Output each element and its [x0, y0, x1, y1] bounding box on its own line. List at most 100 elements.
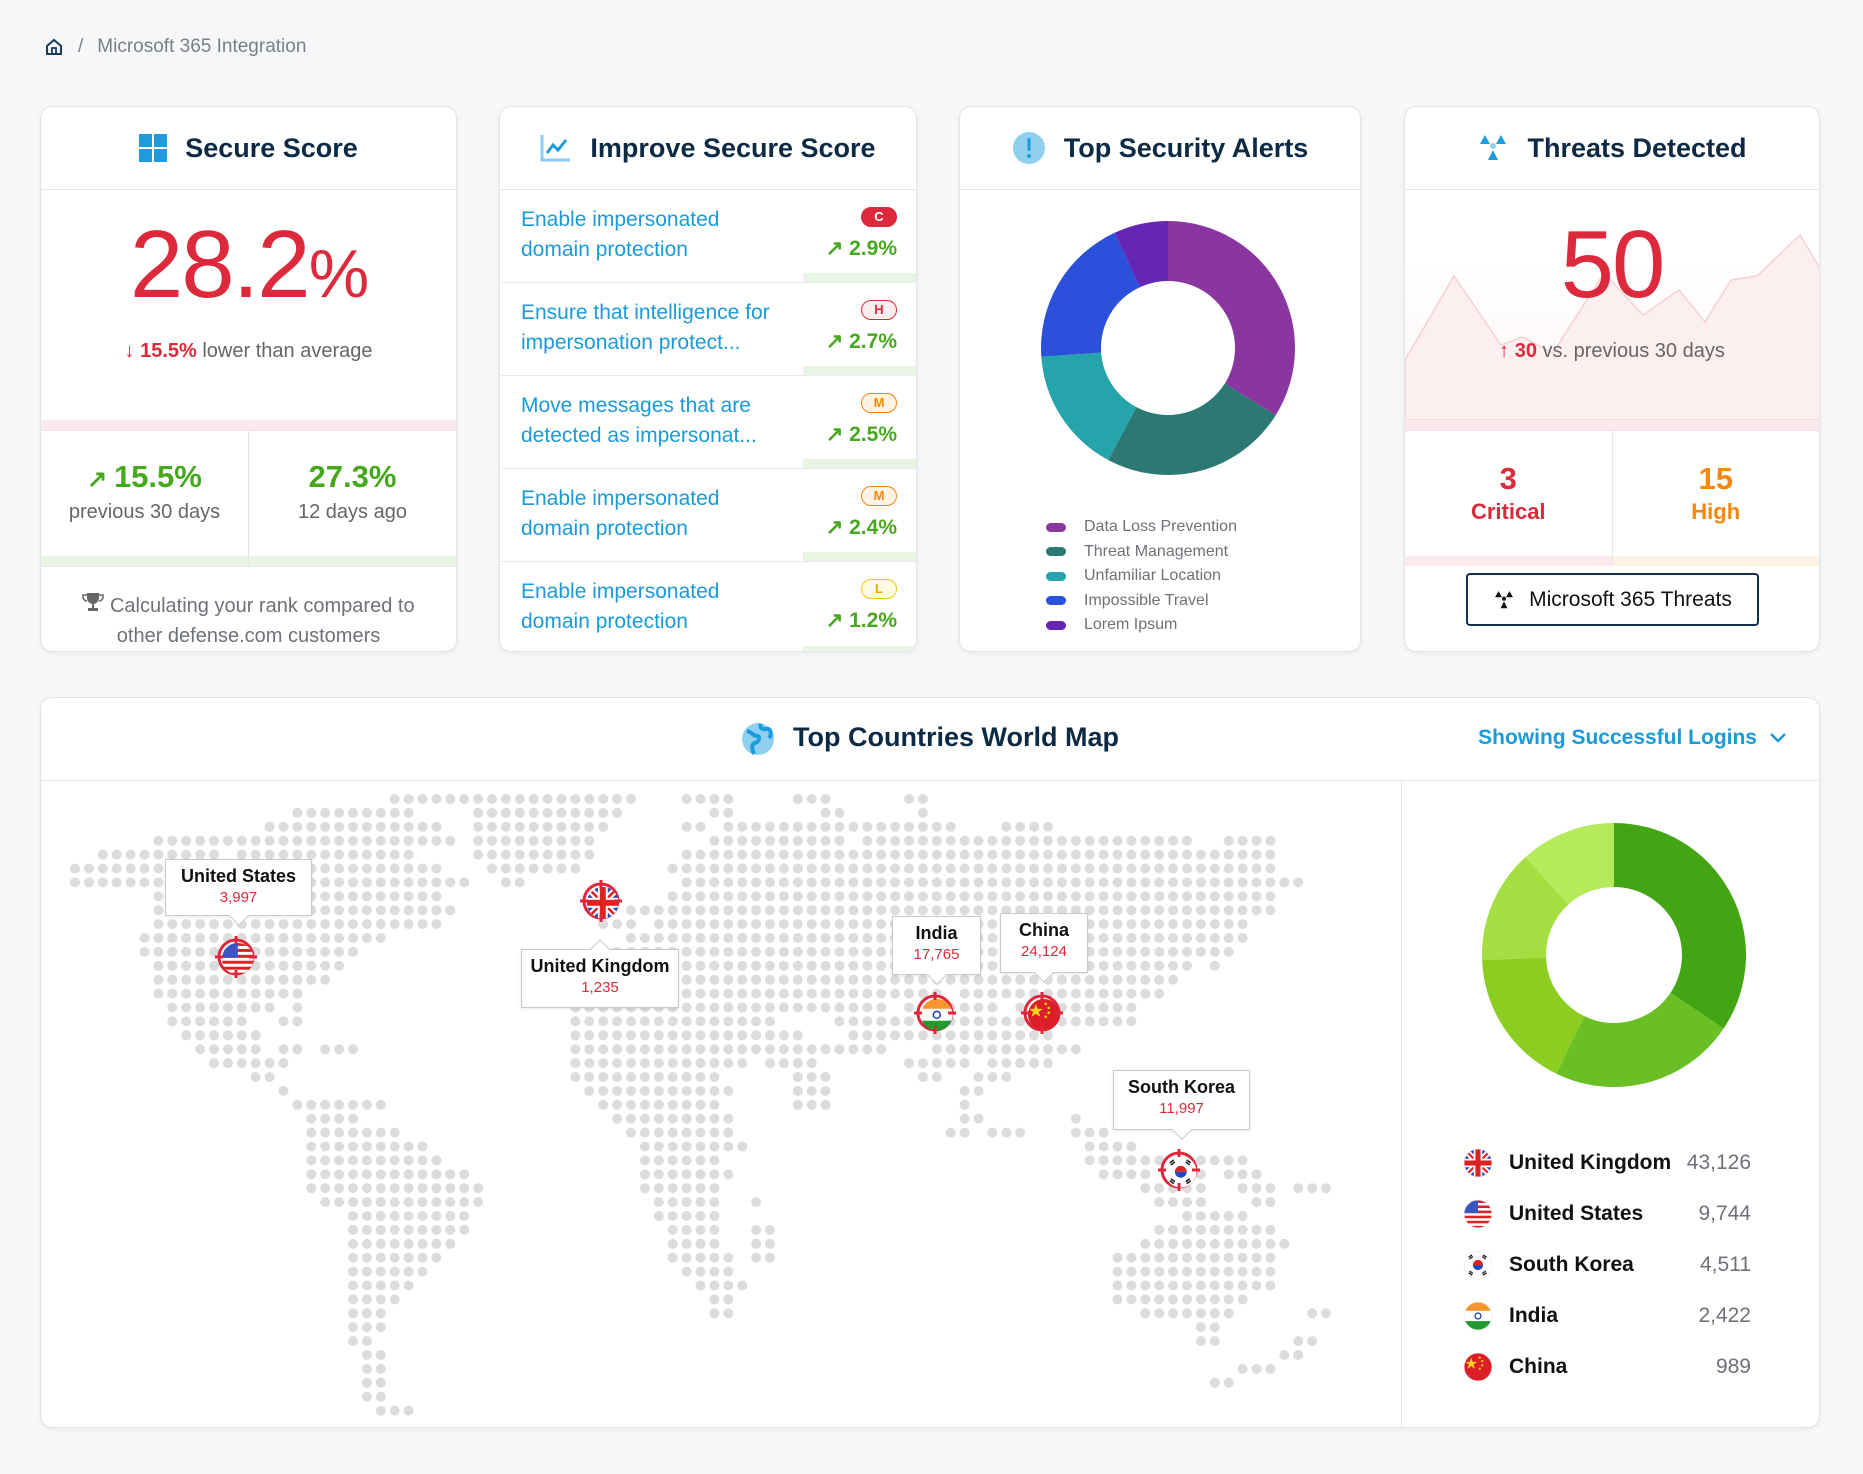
home-icon[interactable]: [44, 37, 64, 57]
map-dot: [695, 1002, 706, 1013]
map-dot: [834, 1002, 845, 1013]
map-dot: [153, 905, 164, 916]
improvement-link[interactable]: Enable impersonated domain protection: [521, 484, 791, 544]
improvement-link[interactable]: Enable impersonated domain protection: [521, 205, 791, 265]
map-dot: [1112, 933, 1123, 943]
map-dot: [209, 1030, 219, 1041]
map-dot: [709, 1266, 720, 1277]
map-dot: [778, 849, 789, 860]
map-dot: [236, 835, 247, 846]
map-dot: [890, 863, 901, 874]
severity-badge: L: [861, 579, 897, 599]
map-dot: [931, 835, 942, 846]
map-dot: [598, 1099, 609, 1110]
map-dot: [375, 891, 386, 902]
improvement-item[interactable]: Enable impersonated domain protection M …: [500, 469, 916, 562]
map-dot: [1223, 877, 1234, 888]
map-dot: [737, 1030, 748, 1041]
map-pin-uk[interactable]: [579, 879, 623, 923]
map-dot: [584, 1085, 595, 1096]
map-dot: [709, 919, 720, 930]
map-dot: [1070, 1113, 1081, 1124]
map-dot: [667, 1030, 678, 1041]
map-dot: [626, 905, 636, 916]
login-filter-dropdown[interactable]: Showing Successful Logins: [1478, 726, 1787, 750]
map-dot: [361, 1363, 372, 1374]
map-dot: [320, 835, 331, 846]
map-pin-kr[interactable]: [1157, 1148, 1201, 1192]
map-dot: [626, 1030, 636, 1041]
map-dot: [1154, 849, 1165, 860]
improvement-item[interactable]: Ensure that intelligence for impersonati…: [500, 283, 916, 376]
map-dot: [862, 1044, 873, 1055]
arrow-up-right-icon: ↗: [87, 466, 114, 493]
map-dot: [292, 835, 303, 846]
map-dot: [667, 1238, 678, 1249]
map-dot: [751, 933, 762, 943]
map-dot: [681, 863, 692, 874]
map-dot: [987, 1016, 998, 1027]
map-dot: [723, 946, 734, 957]
map-dot: [1140, 1155, 1151, 1166]
improvement-link[interactable]: Ensure that intelligence for impersonati…: [521, 298, 791, 358]
map-dot: [723, 1113, 734, 1124]
map-dot: [876, 905, 887, 916]
map-dot: [236, 988, 247, 999]
map-dot: [862, 974, 873, 985]
microsoft-365-threats-button[interactable]: Microsoft 365 Threats: [1466, 573, 1759, 626]
map-dot: [834, 905, 845, 916]
map-dot: [931, 821, 942, 832]
logins-slice-united-kingdom[interactable]: [1614, 823, 1746, 1029]
map-pin-us[interactable]: [214, 935, 258, 979]
map-dot: [681, 1113, 692, 1124]
improvement-link[interactable]: Enable impersonated domain protection: [521, 577, 791, 637]
map-dot: [1056, 849, 1067, 860]
map-dot: [709, 1141, 720, 1152]
map-dot: [1209, 1252, 1220, 1263]
map-dot: [473, 821, 484, 832]
map-dot: [765, 1030, 775, 1041]
map-dot: [348, 877, 358, 888]
improvement-item[interactable]: Enable impersonated domain protection L …: [500, 562, 916, 651]
map-dot: [987, 877, 998, 888]
map-dot: [1140, 863, 1151, 874]
map-dot: [306, 821, 317, 832]
map-dot: [723, 988, 734, 999]
map-dot: [681, 1211, 692, 1221]
map-dot: [973, 1072, 984, 1082]
map-dot: [334, 807, 345, 818]
map-dot: [389, 1405, 400, 1416]
map-pin-in[interactable]: [913, 991, 957, 1035]
map-dot: [876, 933, 887, 943]
map-pin-cn[interactable]: [1020, 991, 1064, 1035]
map-dot: [1084, 974, 1095, 985]
map-dot: [278, 1044, 289, 1055]
alerts-slice-data-loss-prevention[interactable]: [1168, 221, 1295, 416]
map-dot: [959, 849, 970, 860]
map-dot: [1043, 877, 1053, 888]
map-dot: [250, 919, 261, 930]
map-dot: [528, 821, 539, 832]
critical-threats[interactable]: 3 Critical: [1405, 431, 1613, 566]
map-dot: [639, 1099, 650, 1110]
map-dot: [320, 1155, 331, 1166]
map-dot: [723, 1308, 734, 1319]
map-dot: [153, 946, 164, 957]
improvement-item[interactable]: Enable impersonated domain protection C …: [500, 190, 916, 283]
map-dot: [375, 849, 386, 860]
map-dot: [514, 877, 525, 888]
map-dot: [723, 1280, 734, 1291]
map-dot: [1098, 1169, 1109, 1180]
map-dot: [348, 919, 358, 930]
map-dot: [695, 960, 706, 971]
map-dot: [862, 1002, 873, 1013]
map-dot: [723, 1169, 734, 1180]
tooltip-country: United Kingdom: [530, 956, 670, 976]
improvement-item[interactable]: Move messages that are detected as imper…: [500, 376, 916, 469]
map-dot: [195, 974, 206, 985]
map-dot: [820, 863, 831, 874]
card-title: Improve Secure Score: [590, 132, 876, 163]
high-threats[interactable]: 15 High: [1612, 431, 1819, 566]
improvement-link[interactable]: Move messages that are detected as imper…: [521, 391, 791, 451]
map-dot: [737, 1002, 748, 1013]
